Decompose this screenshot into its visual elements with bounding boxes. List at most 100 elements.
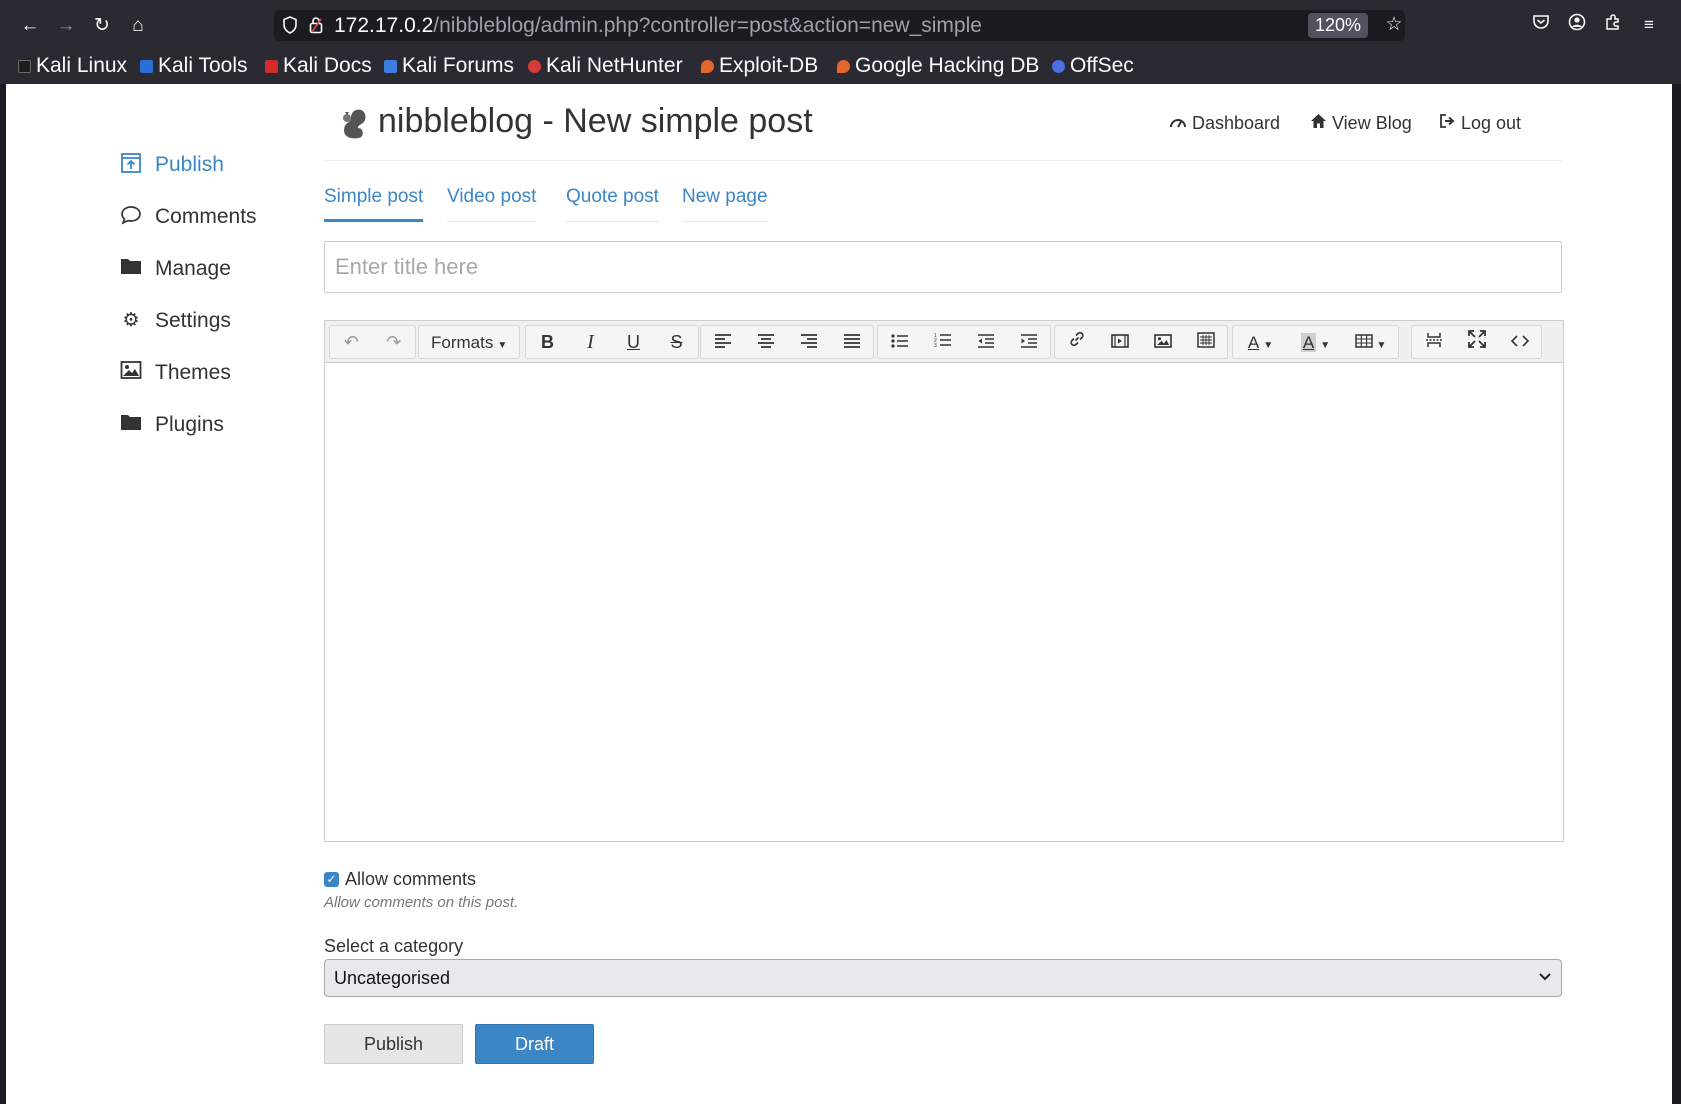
bookmark-label: OffSec xyxy=(1070,54,1134,77)
back-button[interactable]: ← xyxy=(17,13,43,39)
editor-toolbar: ↶ ↷ Formats ▼ B I U S 123 A ▼ A ▼ ▼ xyxy=(325,321,1563,363)
italic-icon[interactable]: I xyxy=(569,326,612,358)
view-group xyxy=(1411,325,1542,359)
insert-group xyxy=(1054,325,1228,359)
color-table-group: A ▼ A ▼ ▼ xyxy=(1232,325,1399,359)
editor-content-area[interactable] xyxy=(325,364,1563,841)
chevron-down-icon xyxy=(1538,969,1552,985)
bullet-list-icon[interactable] xyxy=(878,326,921,358)
dashboard-gauge-icon xyxy=(1169,114,1187,134)
logout-link[interactable]: Log out xyxy=(1439,113,1521,134)
underline-icon[interactable]: U xyxy=(612,326,655,358)
page-break-icon[interactable] xyxy=(1412,326,1455,358)
allow-comments-label: Allow comments xyxy=(345,869,477,889)
formats-dropdown[interactable]: Formats ▼ xyxy=(419,326,519,358)
bookmark-kali-docs[interactable]: Kali Docs xyxy=(265,53,372,79)
folder-icon xyxy=(118,412,144,438)
squirrel-logo-icon xyxy=(338,106,368,140)
lock-icon[interactable] xyxy=(307,16,325,34)
draft-button[interactable]: Draft xyxy=(475,1024,594,1064)
allow-comments-checkbox[interactable]: ✓ xyxy=(324,872,339,887)
link-icon[interactable] xyxy=(1055,326,1098,358)
bookmark-kali-nethunter[interactable]: Kali NetHunter xyxy=(528,53,683,79)
exploit-db-icon xyxy=(701,59,714,73)
source-code-icon[interactable] xyxy=(1498,326,1541,358)
publish-button[interactable]: Publish xyxy=(324,1024,463,1064)
tab-new-page[interactable]: New page xyxy=(682,186,768,222)
outdent-icon[interactable] xyxy=(964,326,1007,358)
right-window-edge xyxy=(1672,84,1681,1104)
home-icon xyxy=(1310,113,1327,134)
bookmark-label: Kali Docs xyxy=(283,54,372,77)
offsec-icon xyxy=(1052,59,1065,73)
media-icon[interactable] xyxy=(1098,326,1141,358)
allow-comments-help: Allow comments on this post. xyxy=(324,894,519,911)
extensions-icon[interactable] xyxy=(1601,13,1625,37)
menu-icon[interactable]: ≡ xyxy=(1637,13,1661,37)
bold-icon[interactable]: B xyxy=(526,326,569,358)
page-title: nibbleblog - New simple post xyxy=(378,102,813,140)
undo-icon[interactable]: ↶ xyxy=(330,326,373,358)
image-icon[interactable] xyxy=(1141,326,1184,358)
folder-icon xyxy=(118,256,144,282)
table-icon[interactable]: ▼ xyxy=(1343,326,1398,358)
sidebar-item-publish[interactable]: Publish xyxy=(118,139,318,191)
sidebar-item-comments[interactable]: Comments xyxy=(118,191,318,243)
redo-icon[interactable]: ↷ xyxy=(373,326,416,358)
sidebar-item-plugins[interactable]: Plugins xyxy=(118,399,318,451)
view-blog-label: View Blog xyxy=(1332,113,1412,133)
url-text[interactable]: 172.17.0.2/nibbleblog/admin.php?controll… xyxy=(334,14,982,38)
special-character-icon[interactable] xyxy=(1184,326,1227,358)
category-label: Select a category xyxy=(324,936,464,956)
zoom-level-button[interactable]: 120% xyxy=(1308,13,1368,38)
dashboard-link[interactable]: Dashboard xyxy=(1169,113,1280,134)
list-group: 123 xyxy=(877,325,1051,359)
gear-icon: ⚙ xyxy=(122,310,140,331)
bookmark-exploit-db[interactable]: Exploit-DB xyxy=(701,53,818,79)
sidebar-item-label: Settings xyxy=(155,309,231,332)
caret-down-icon: ▼ xyxy=(497,340,508,351)
background-color-icon[interactable]: A ▼ xyxy=(1288,326,1343,358)
align-center-icon[interactable] xyxy=(744,326,787,358)
bookmarks-toolbar: Kali Linux Kali Tools Kali Docs Kali For… xyxy=(0,50,1681,84)
pocket-icon[interactable] xyxy=(1529,13,1553,37)
logout-label: Log out xyxy=(1461,113,1522,133)
url-bar[interactable]: 172.17.0.2/nibbleblog/admin.php?controll… xyxy=(274,10,1405,41)
bookmark-kali-tools[interactable]: Kali Tools xyxy=(140,53,248,79)
sidebar-item-label: Manage xyxy=(155,257,231,280)
strikethrough-icon[interactable]: S xyxy=(655,326,698,358)
sidebar-item-label: Publish xyxy=(155,153,224,176)
tab-video-post[interactable]: Video post xyxy=(447,186,537,222)
numbered-list-icon[interactable]: 123 xyxy=(921,326,964,358)
home-button[interactable]: ⌂ xyxy=(125,13,151,39)
page-content: Publish Comments Manage ⚙ Settings Theme… xyxy=(6,84,1672,1104)
align-left-icon[interactable] xyxy=(701,326,744,358)
align-justify-icon[interactable] xyxy=(830,326,873,358)
bookmark-label: Kali Forums xyxy=(402,54,515,77)
sidebar-item-themes[interactable]: Themes xyxy=(118,347,318,399)
kali-forums-icon xyxy=(384,59,397,73)
account-icon[interactable] xyxy=(1565,13,1589,37)
text-color-icon[interactable]: A ▼ xyxy=(1233,326,1288,358)
bookmark-kali-linux[interactable]: Kali Linux xyxy=(18,53,127,79)
bookmark-kali-forums[interactable]: Kali Forums xyxy=(384,53,514,79)
admin-sidebar: Publish Comments Manage ⚙ Settings Theme… xyxy=(118,139,318,451)
url-path: /nibbleblog/admin.php?controller=post&ac… xyxy=(433,14,982,37)
reload-button[interactable]: ↻ xyxy=(89,13,115,39)
category-select[interactable]: Uncategorised xyxy=(324,959,1562,997)
bookmark-star-icon[interactable]: ☆ xyxy=(1382,13,1406,37)
bookmark-offsec[interactable]: OffSec xyxy=(1052,53,1134,79)
kali-docs-icon xyxy=(265,59,278,73)
post-title-input[interactable] xyxy=(324,241,1562,293)
shield-icon[interactable] xyxy=(281,16,299,34)
sidebar-item-manage[interactable]: Manage xyxy=(118,243,318,295)
sidebar-item-settings[interactable]: ⚙ Settings xyxy=(118,295,318,347)
tab-simple-post[interactable]: Simple post xyxy=(324,186,424,222)
bookmark-google-hacking-db[interactable]: Google Hacking DB xyxy=(837,53,1039,79)
forward-button[interactable]: → xyxy=(53,13,79,39)
tab-quote-post[interactable]: Quote post xyxy=(566,186,659,222)
indent-icon[interactable] xyxy=(1007,326,1050,358)
align-right-icon[interactable] xyxy=(787,326,830,358)
fullscreen-icon[interactable] xyxy=(1455,326,1498,358)
view-blog-link[interactable]: View Blog xyxy=(1310,113,1412,134)
